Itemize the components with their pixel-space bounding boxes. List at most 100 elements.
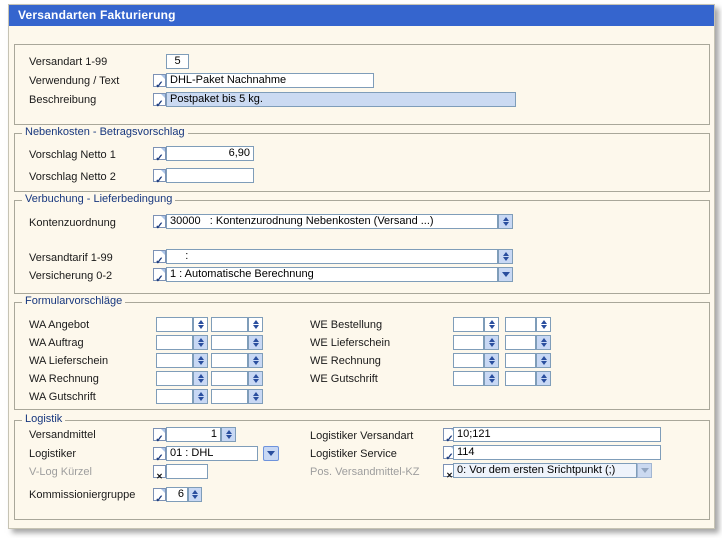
kontenzuordnung-check-icon[interactable]: [153, 215, 166, 228]
versandtarif-spinner[interactable]: [498, 249, 513, 264]
kommissioniergruppe-field[interactable]: 6: [166, 487, 188, 502]
verwendung-label: Verwendung / Text: [29, 75, 119, 88]
wa-angebot-field-2[interactable]: [211, 317, 248, 332]
spin-down-icon: [489, 343, 495, 347]
spin-down-icon: [489, 325, 495, 329]
versandmittel-spinner[interactable]: [221, 427, 236, 442]
spin-up-icon: [489, 320, 495, 324]
versandart-field[interactable]: 5: [166, 54, 189, 69]
we-bestellung-field-2[interactable]: [505, 317, 536, 332]
verwendung-field[interactable]: DHL-Paket Nachnahme: [166, 73, 374, 88]
wa-angebot-spinner-1[interactable]: [193, 317, 208, 332]
spin-up-icon: [253, 338, 259, 342]
wa-auftrag-field-1[interactable]: [156, 335, 193, 350]
spin-up-icon: [198, 392, 204, 396]
we-lieferschein-field-2[interactable]: [505, 335, 536, 350]
we-rechnung-field-2[interactable]: [505, 353, 536, 368]
title-bar: Versandarten Fakturierung: [9, 5, 714, 26]
versandmittel-check-icon[interactable]: [153, 428, 166, 441]
wa-angebot-spinner-2[interactable]: [248, 317, 263, 332]
vlog-kuerzel-x-icon[interactable]: [153, 465, 166, 478]
wa-lieferschein-field-2[interactable]: [211, 353, 248, 368]
vlog-kuerzel-field[interactable]: [166, 464, 208, 479]
wa-lieferschein-spinner-2[interactable]: [248, 353, 263, 368]
wa-auftrag-label: WA Auftrag: [29, 337, 84, 350]
spin-up-icon: [489, 356, 495, 360]
we-lieferschein-spinner-1[interactable]: [484, 335, 499, 350]
kontenzuordnung-field[interactable]: 30000 : Kontenzurodnung Nebenkosten (Ver…: [166, 214, 498, 229]
netto1-check-icon[interactable]: [153, 147, 166, 160]
wa-gutschrift-spinner-2[interactable]: [248, 389, 263, 404]
spin-down-icon: [192, 495, 198, 499]
spin-down-icon: [198, 325, 204, 329]
we-gutschrift-spinner-2[interactable]: [536, 371, 551, 386]
we-lieferschein-field-1[interactable]: [453, 335, 484, 350]
spin-up-icon: [253, 356, 259, 360]
netto2-field[interactable]: [166, 168, 254, 183]
wa-auftrag-field-2[interactable]: [211, 335, 248, 350]
wa-lieferschein-spinner-1[interactable]: [193, 353, 208, 368]
we-rechnung-spinner-1[interactable]: [484, 353, 499, 368]
versicherung-dropdown[interactable]: 1 : Automatische Berechnung: [166, 267, 498, 282]
we-rechnung-field-1[interactable]: [453, 353, 484, 368]
verwendung-check-icon[interactable]: [153, 74, 166, 87]
spin-down-icon: [253, 379, 259, 383]
logistiker-service-field[interactable]: 114: [453, 445, 661, 460]
versandmittel-field[interactable]: 1: [166, 427, 221, 442]
wa-rechnung-field-1[interactable]: [156, 371, 193, 386]
we-bestellung-field-1[interactable]: [453, 317, 484, 332]
logistiker-check-icon[interactable]: [153, 447, 166, 460]
versandtarif-field[interactable]: :: [166, 249, 498, 264]
versandmittel-label: Versandmittel: [29, 429, 96, 442]
wa-gutschrift-field-1[interactable]: [156, 389, 193, 404]
versicherung-dropdown-button[interactable]: [498, 267, 513, 282]
kommissioniergruppe-check-icon[interactable]: [153, 488, 166, 501]
logistiker-dropdown-button[interactable]: [263, 446, 279, 461]
spin-up-icon: [253, 374, 259, 378]
spin-up-icon: [541, 338, 547, 342]
we-gutschrift-spinner-1[interactable]: [484, 371, 499, 386]
versandtarif-label: Versandtarif 1-99: [29, 252, 113, 265]
we-lieferschein-spinner-2[interactable]: [536, 335, 551, 350]
spin-down-icon: [489, 379, 495, 383]
wa-auftrag-spinner-1[interactable]: [193, 335, 208, 350]
kontenzuordnung-spinner[interactable]: [498, 214, 513, 229]
we-gutschrift-field-2[interactable]: [505, 371, 536, 386]
beschreibung-check-icon[interactable]: [153, 93, 166, 106]
wa-auftrag-spinner-2[interactable]: [248, 335, 263, 350]
spin-up-icon: [541, 356, 547, 360]
wa-rechnung-spinner-1[interactable]: [193, 371, 208, 386]
wa-gutschrift-spinner-1[interactable]: [193, 389, 208, 404]
netto1-field[interactable]: 6,90: [166, 146, 254, 161]
pos-versandmittel-kz-label: Pos. Versandmittel-KZ: [310, 466, 419, 479]
spin-up-icon: [253, 392, 259, 396]
wa-rechnung-field-2[interactable]: [211, 371, 248, 386]
spin-down-icon: [198, 343, 204, 347]
we-rechnung-spinner-2[interactable]: [536, 353, 551, 368]
spin-down-icon: [253, 343, 259, 347]
logistiker-dropdown[interactable]: 01 : DHL: [166, 446, 258, 461]
pos-versandmittel-kz-dropdown[interactable]: 0: Vor dem ersten Srichtpunkt (;): [453, 463, 637, 478]
versicherung-check-icon[interactable]: [153, 268, 166, 281]
wa-rechnung-spinner-2[interactable]: [248, 371, 263, 386]
wa-angebot-field-1[interactable]: [156, 317, 193, 332]
logistiker-versandart-field[interactable]: 10;121: [453, 427, 661, 442]
beschreibung-field[interactable]: Postpaket bis 5 kg.: [166, 92, 516, 107]
wa-gutschrift-field-2[interactable]: [211, 389, 248, 404]
we-gutschrift-field-1[interactable]: [453, 371, 484, 386]
vlog-kuerzel-label: V-Log Kürzel: [29, 466, 92, 479]
kommissioniergruppe-spinner[interactable]: [188, 487, 202, 502]
wa-lieferschein-field-1[interactable]: [156, 353, 193, 368]
spin-up-icon: [198, 320, 204, 324]
versandtarif-check-icon[interactable]: [153, 250, 166, 263]
we-bestellung-spinner-2[interactable]: [536, 317, 551, 332]
we-bestellung-spinner-1[interactable]: [484, 317, 499, 332]
group-nebenkosten-legend: Nebenkosten - Betragsvorschlag: [22, 127, 188, 138]
spin-up-icon: [541, 374, 547, 378]
group-verbuchung-legend: Verbuchung - Lieferbedingung: [22, 194, 175, 205]
spin-down-icon: [541, 325, 547, 329]
spin-down-icon: [541, 361, 547, 365]
spin-up-icon: [503, 252, 509, 256]
netto2-check-icon[interactable]: [153, 169, 166, 182]
spin-up-icon: [503, 217, 509, 221]
